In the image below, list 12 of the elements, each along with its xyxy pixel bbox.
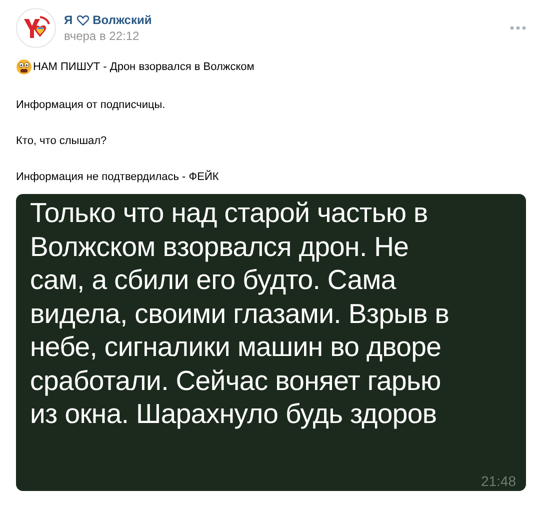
author-name[interactable]: Волжский (92, 13, 152, 27)
post-text: Информация не подтвердилась - ФЕЙК (16, 171, 219, 183)
message-time: 21:48 (480, 473, 516, 489)
post-text: Информация от подписчицы. (16, 99, 166, 111)
heart-icon (76, 14, 89, 26)
message-text: Только что над старой частью в Волжском взорвался дрон. Не сам, а сбили его будто. Сама видела, своими глазами. Взрыв в небе, сигналики машин во дворе сработали. Сейчас воняет гарью из окна. Шарахнуло будь здоров (30, 196, 450, 430)
avatar-logo[interactable] (16, 8, 56, 48)
post-text: Кто, что слышал? (16, 135, 107, 147)
author-name[interactable]: Я (64, 13, 73, 27)
post-text: НАМ ПИШУТ - Дрон взорвался в Волжском (33, 61, 254, 73)
shocked-emoji-icon (16, 59, 32, 75)
message-screenshot[interactable] (16, 194, 526, 491)
